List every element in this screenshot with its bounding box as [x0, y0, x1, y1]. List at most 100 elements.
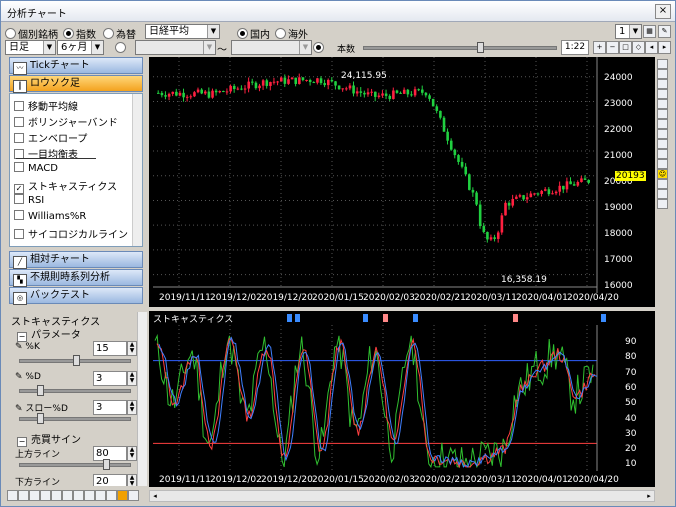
eraser-icon[interactable] [657, 179, 668, 189]
candle-body [540, 190, 543, 194]
d-spinner[interactable]: ▲ ▼ [127, 371, 137, 386]
indicator-checkbox[interactable]: ✓ [14, 184, 24, 194]
k-value[interactable]: 15 [93, 341, 127, 356]
period-range-select[interactable]: 6ヶ月 ▼ [57, 40, 104, 55]
line-tool-icon[interactable] [29, 490, 40, 501]
upper-line-value[interactable]: 80 [93, 446, 127, 461]
channel-tool-icon[interactable] [73, 490, 84, 501]
zoom-in-icon[interactable]: + [593, 41, 606, 54]
nav-relative-chart[interactable]: ╱ 相対チャート [9, 251, 143, 269]
indicator-checkbox[interactable] [14, 133, 24, 143]
zoom-fit-icon[interactable]: □ [619, 41, 632, 54]
arc-icon[interactable] [657, 129, 668, 139]
slow-d-slider[interactable] [19, 417, 131, 421]
index-select[interactable]: 日経平均 ▼ [145, 24, 220, 39]
stochastic-chart[interactable]: ストキャスティクス 2019/11/11 2019/12/02 2019/12/20… [149, 311, 655, 487]
save-tool-icon[interactable] [128, 490, 139, 501]
layout-select[interactable]: 1 ▼ [615, 24, 642, 39]
candle-body [496, 232, 500, 239]
d-slider-thumb[interactable] [37, 385, 44, 396]
group-signal[interactable]: − 売買サイン [17, 431, 81, 447]
scroll-left-arrow[interactable]: ◂ [150, 491, 160, 501]
indicator-checkbox[interactable] [14, 162, 24, 172]
nav-tick-chart[interactable]: 〰 Tickチャート [9, 57, 143, 75]
indicator-item[interactable]: サイコロジカルライン [14, 226, 128, 241]
close-button[interactable]: × [655, 4, 671, 19]
text-tool-icon[interactable] [95, 490, 106, 501]
signal-marker [413, 314, 418, 322]
cursor-tool-icon[interactable] [7, 490, 18, 501]
reset-icon[interactable] [657, 189, 668, 199]
eraser-tool-icon[interactable] [106, 490, 117, 501]
scale-slider-thumb[interactable] [477, 42, 484, 53]
period-type-select[interactable]: 日足 ▼ [5, 40, 56, 55]
indicator-item[interactable]: RSI [14, 194, 44, 206]
trend-line-icon[interactable] [657, 69, 668, 79]
indicator-item[interactable]: Williams%R [14, 210, 86, 222]
group-param[interactable]: − パラメータ [17, 326, 81, 342]
radio-latest[interactable] [313, 42, 326, 55]
candle-body [279, 77, 283, 82]
indicator-item[interactable]: 移動平均線 [14, 98, 78, 113]
pointer-icon[interactable] [657, 59, 668, 69]
rectangle-icon[interactable] [657, 149, 668, 159]
scroll-right-arrow[interactable]: ▸ [644, 491, 654, 501]
upper-line-slider[interactable] [19, 463, 131, 467]
indicator-item[interactable]: ✓ ストキャスティクス [14, 178, 117, 194]
upper-line-thumb[interactable] [103, 459, 110, 470]
scale-slider[interactable] [363, 46, 557, 50]
slow-d-spinner[interactable]: ▲ ▼ [127, 400, 137, 415]
upper-line-spinner[interactable]: ▲ ▼ [127, 446, 137, 461]
indicator-checkbox[interactable] [14, 194, 24, 204]
end-date-field[interactable]: ▼ [231, 40, 312, 55]
crosshair-tool-icon[interactable] [18, 490, 29, 501]
candle-body [308, 79, 312, 83]
d-value[interactable]: 3 [93, 371, 127, 386]
nav-candlestick[interactable]: ┃ ロウソク足 [9, 75, 143, 93]
ray-tool-icon[interactable] [40, 490, 51, 501]
indicator-item[interactable]: ボリンジャーバンド [14, 114, 118, 129]
params-scrollbar[interactable] [137, 312, 147, 486]
layout-grid-icon[interactable]: ▦ [643, 25, 656, 38]
indicator-item[interactable]: MACD [14, 162, 58, 174]
slow-d-value[interactable]: 3 [93, 400, 127, 415]
color-tool-icon[interactable] [117, 490, 128, 501]
start-date-field[interactable]: ▼ [135, 40, 216, 55]
settings-icon[interactable]: ✎ [658, 25, 671, 38]
nav-backtest[interactable]: ◎ バックテスト [9, 287, 143, 305]
scroll-left-icon[interactable]: ◂ [645, 41, 658, 54]
fib-tool-icon[interactable] [84, 490, 95, 501]
indicator-checkbox[interactable] [14, 117, 24, 127]
k-spinner[interactable]: ▲ ▼ [127, 341, 137, 356]
k-slider-thumb[interactable] [73, 355, 80, 366]
radio-custom-range[interactable] [115, 42, 128, 55]
lower-line-value[interactable]: 20 [93, 474, 127, 486]
zoom-reset-icon[interactable]: ◇ [632, 41, 645, 54]
indicator-checkbox[interactable] [14, 229, 24, 239]
indicator-checkbox[interactable] [14, 101, 24, 111]
channel-icon[interactable] [657, 99, 668, 109]
sub-ytick: 60 [625, 382, 637, 393]
scroll-right-icon[interactable]: ▸ [658, 41, 671, 54]
vertical-line-icon[interactable] [657, 89, 668, 99]
nav-irregular-series[interactable]: ▚ 不規則時系列分析 [9, 269, 143, 287]
horizontal-line-icon[interactable] [657, 79, 668, 89]
hline-tool-icon[interactable] [51, 490, 62, 501]
circle-icon[interactable] [657, 139, 668, 149]
text-icon[interactable] [657, 159, 668, 169]
indicator-checkbox[interactable] [14, 210, 24, 220]
price-chart[interactable]: 24000 23000 22000 21000 20000 19000 1800… [149, 57, 655, 307]
d-slider[interactable] [19, 389, 131, 393]
fibonacci-icon[interactable] [657, 109, 668, 119]
list-scrollbar[interactable] [132, 94, 142, 246]
indicator-item[interactable]: エンベロープ [14, 130, 87, 145]
current-price-label: 20193 [615, 171, 646, 181]
print-icon[interactable] [657, 199, 668, 209]
gann-icon[interactable] [657, 119, 668, 129]
smiley-icon[interactable]: ☺ [657, 169, 668, 179]
zoom-out-icon[interactable]: − [606, 41, 619, 54]
chart-scrollbar[interactable]: ◂ ▸ [149, 490, 655, 502]
slow-d-slider-thumb[interactable] [37, 413, 44, 424]
lower-line-spinner[interactable]: ▲ ▼ [127, 474, 137, 486]
vline-tool-icon[interactable] [62, 490, 73, 501]
